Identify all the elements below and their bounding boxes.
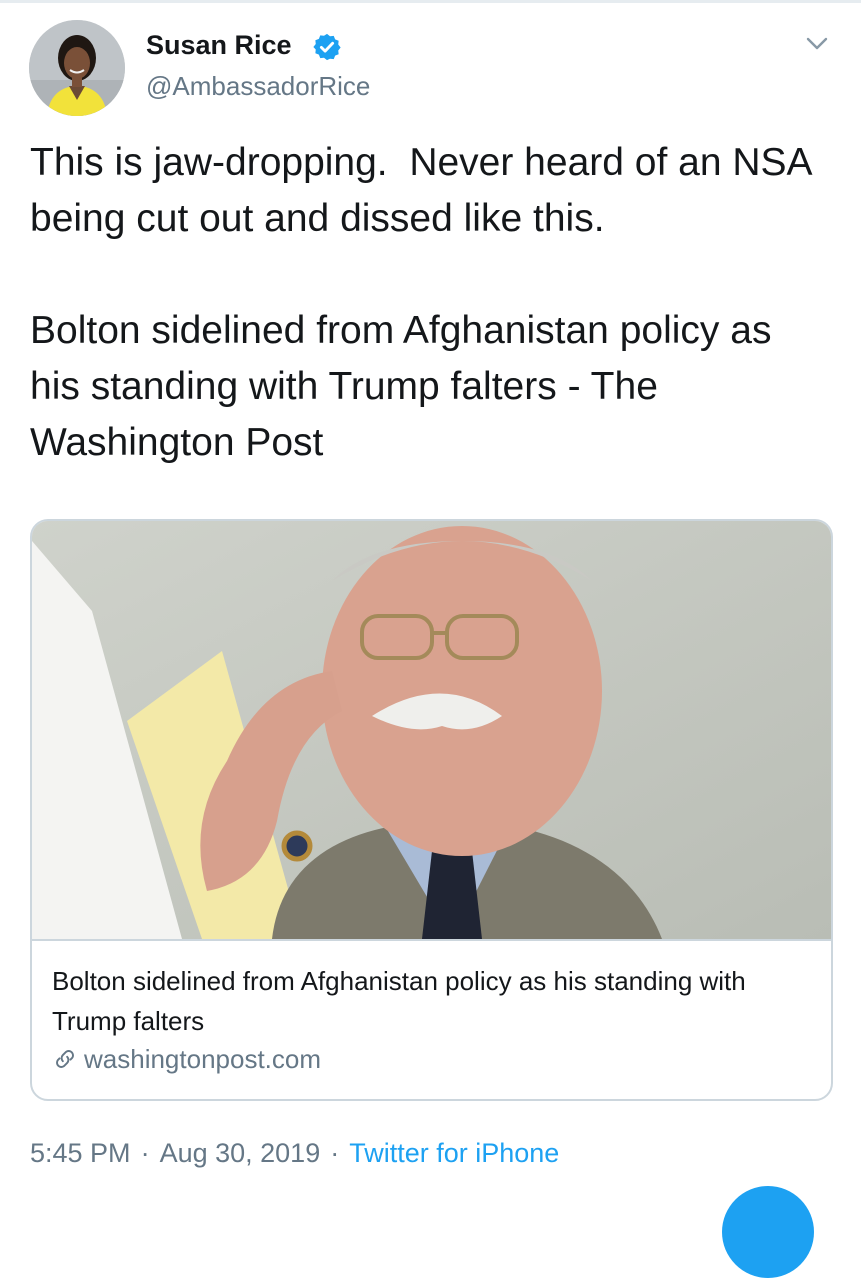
card-photo — [32, 521, 831, 939]
top-divider — [0, 0, 861, 3]
tweet-meta: 5:45 PM · Aug 30, 2019 · Twitter for iPhone — [30, 1138, 559, 1169]
link-icon — [56, 1050, 74, 1068]
chevron-down-icon[interactable] — [802, 32, 832, 56]
tweet-time: 5:45 PM — [30, 1138, 131, 1168]
card-title: Bolton sidelined from Afghanistan policy… — [52, 966, 746, 1036]
card-domain: washingtonpost.com — [52, 1043, 321, 1075]
tweet-paragraph: This is jaw-dropping. Never heard of an … — [30, 141, 822, 240]
link-card[interactable]: Bolton sidelined from Afghanistan policy… — [30, 519, 833, 1101]
card-image — [32, 521, 831, 941]
meta-separator: · — [140, 1138, 150, 1168]
tweet-paragraph: Bolton sidelined from Afghanistan policy… — [30, 309, 783, 464]
card-domain-text: washingtonpost.com — [84, 1043, 322, 1074]
avatar-photo — [29, 20, 125, 116]
tweet-text: This is jaw-dropping. Never heard of an … — [30, 135, 830, 471]
meta-separator: · — [330, 1138, 340, 1168]
handle[interactable]: @AmbassadorRice — [146, 71, 370, 102]
tweet-date: Aug 30, 2019 — [159, 1138, 321, 1168]
display-name[interactable]: Susan Rice — [146, 30, 292, 61]
avatar[interactable] — [29, 20, 125, 116]
tweet-source-link[interactable]: Twitter for iPhone — [349, 1138, 559, 1168]
verified-badge-icon — [313, 33, 341, 61]
